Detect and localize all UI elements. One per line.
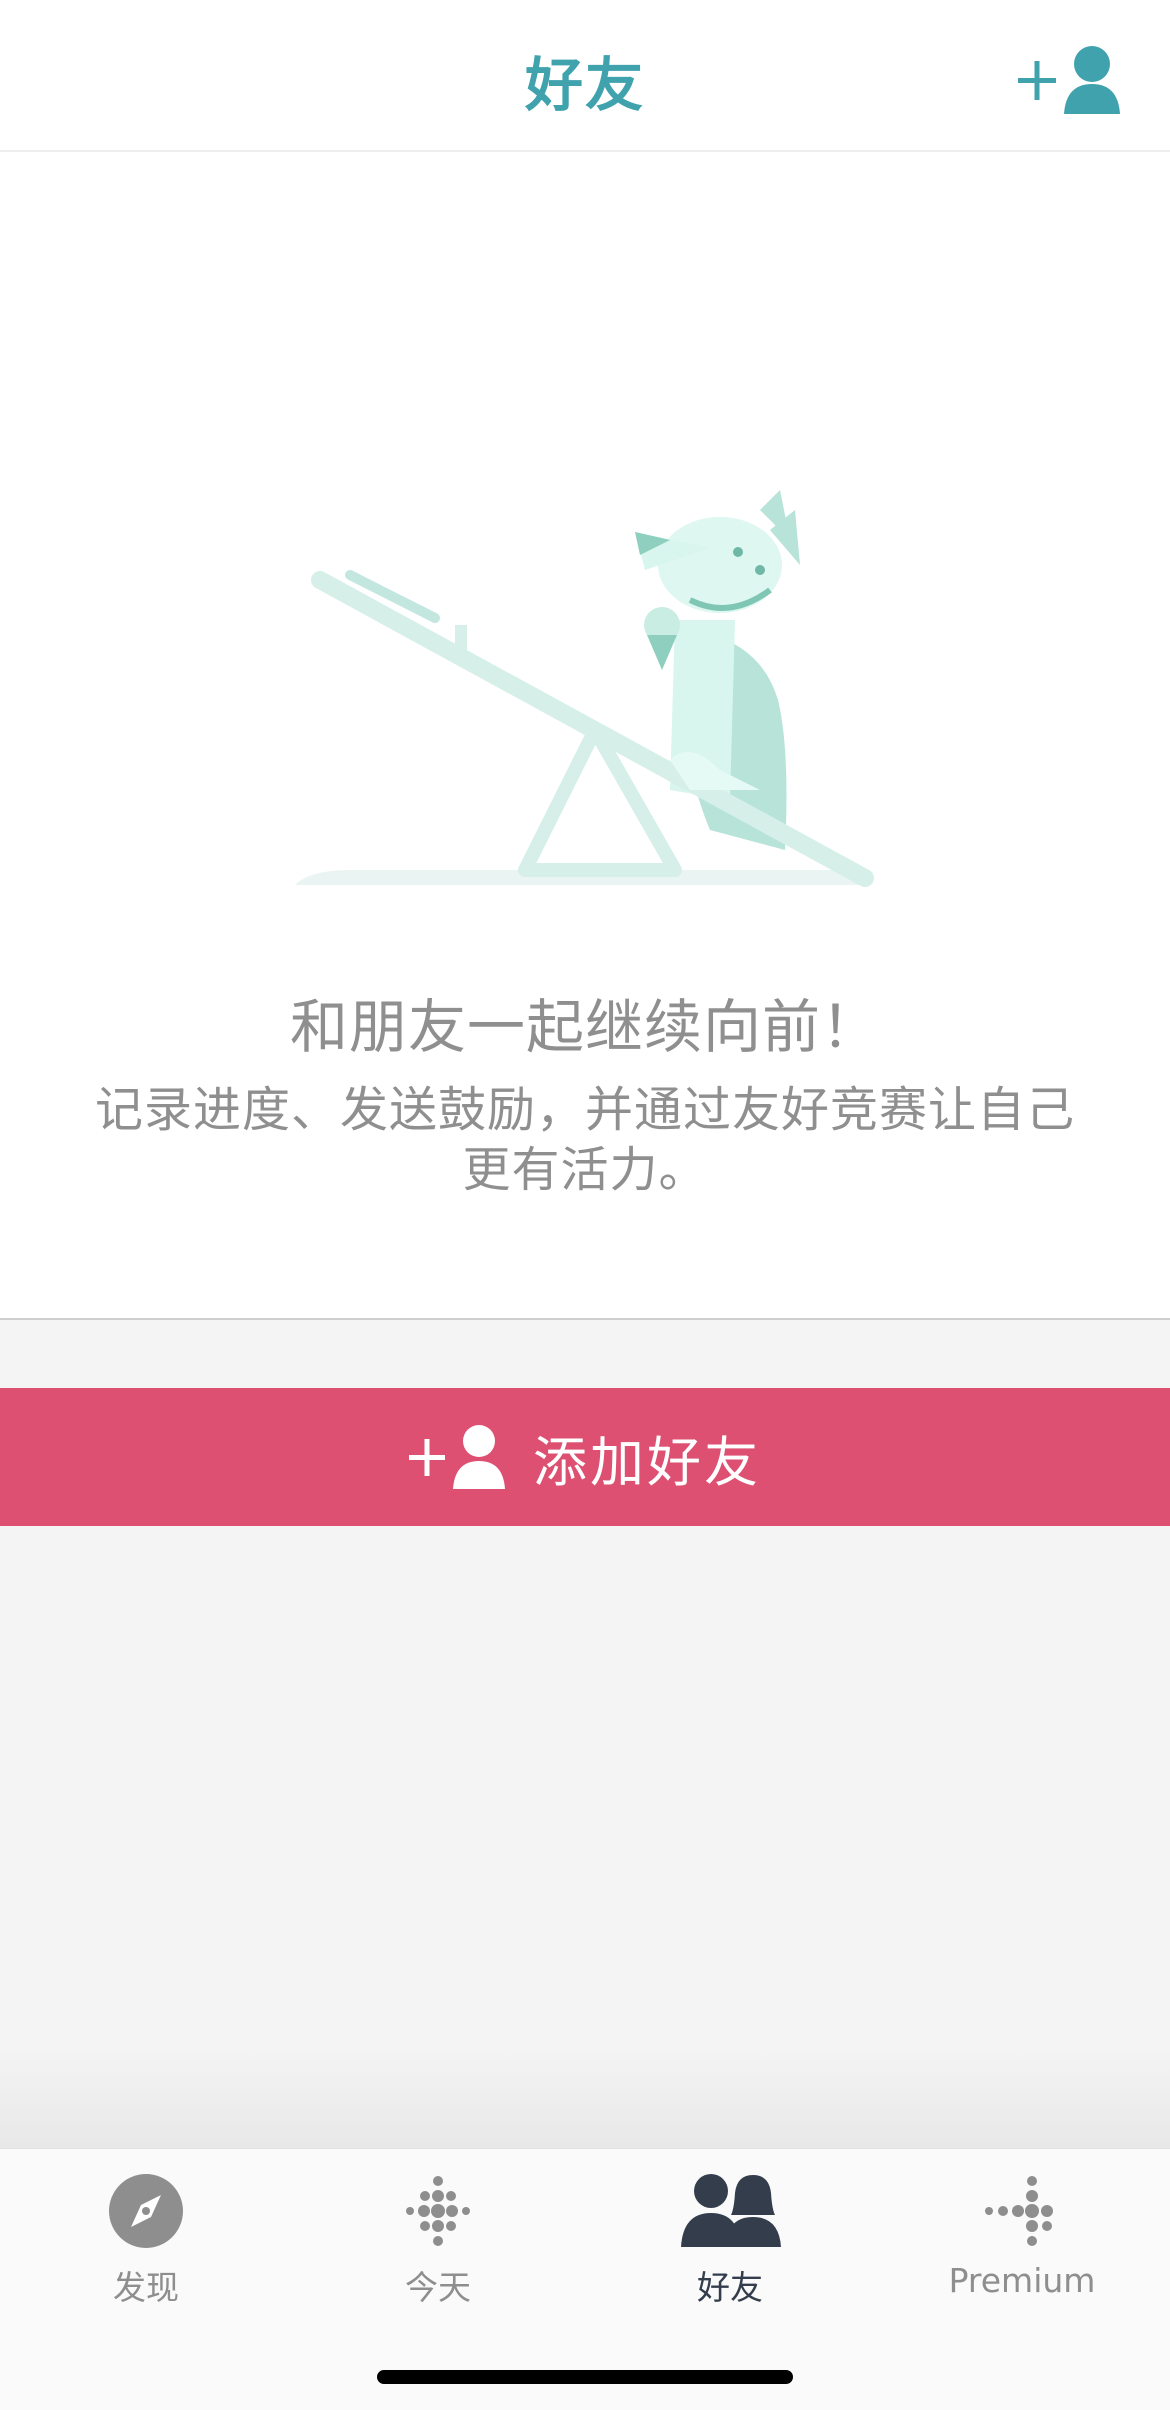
compass-icon	[109, 2174, 183, 2248]
tab-friends[interactable]: 好友	[584, 2171, 876, 2321]
dog-on-seesaw-illustration	[295, 490, 874, 887]
top-nav-bar: 好友	[0, 0, 1170, 152]
tab-discover-label: 发现	[113, 2268, 179, 2307]
fitbit-dots-icon	[406, 2176, 470, 2246]
page-title: 好友	[524, 51, 645, 119]
content-fade	[0, 2050, 1170, 2148]
add-friend-button[interactable]: 添加好友	[0, 1388, 1170, 1526]
add-person-icon	[409, 1425, 505, 1489]
tab-today-label: 今天	[405, 2268, 471, 2307]
premium-dots-icon	[985, 2176, 1053, 2246]
tab-discover[interactable]: 发现	[0, 2171, 292, 2321]
friends-icon	[681, 2174, 781, 2247]
home-indicator	[377, 2370, 793, 2384]
add-friend-button-label: 添加好友	[533, 1430, 761, 1494]
add-person-icon	[1018, 46, 1120, 114]
add-friend-header-button[interactable]	[1012, 40, 1132, 120]
empty-state-headline: 和朋友一起继续向前！	[289, 993, 880, 1061]
tab-friends-label: 好友	[697, 2268, 763, 2307]
tab-today[interactable]: 今天	[292, 2171, 584, 2321]
tab-premium-label: Premium	[948, 2261, 1096, 2300]
empty-state-description: 记录进度、发送鼓励，并通过友好竞赛让自己更有活力。	[94, 1082, 1075, 1198]
tab-premium[interactable]: Premium	[876, 2171, 1168, 2321]
